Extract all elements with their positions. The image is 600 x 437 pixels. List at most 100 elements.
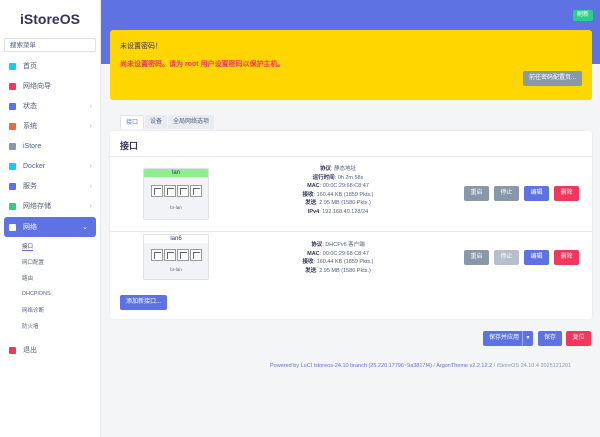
nav-icon [9,102,16,110]
nav-icon [9,162,16,170]
add-interface-button[interactable]: 添加新接口... [120,295,168,310]
info-line: 协议: DHCPv6 客户端 [288,241,388,250]
delete-button[interactable]: 删除 [554,250,579,265]
info-key: 协议 [311,242,323,248]
sidebar-item[interactable]: 系统 › [0,116,100,136]
interface-badge[interactable]: lan6 br-lan [143,234,209,280]
interface-ports: br-lan [144,177,208,219]
interface-name: lan6 [144,235,208,243]
refresh-badge[interactable]: 刷新 [572,10,593,21]
footer: Powered by LuCI istoreos-24.10 branch (2… [270,363,571,369]
restart-button[interactable]: 重启 [464,250,489,265]
info-key: 运行时间 [312,174,335,181]
info-key: 发送 [305,200,317,206]
subnav-item[interactable]: 网口配置 [0,254,100,270]
chevron-right-icon: › [89,202,92,210]
nav-icon [9,182,16,190]
subnav-item-label: 网络诊断 [22,308,45,314]
alert-title: 未设置密码！ [120,43,162,50]
sidebar-item-label: iStore [23,142,42,150]
info-value: 0h 2m 58s [337,174,364,181]
subnav-item[interactable]: 路由 [0,270,100,286]
sidebar-item[interactable]: 服务 › [0,176,100,196]
subnav-item-label: 接口 [22,243,34,251]
brand-logo[interactable]: iStoreOS [0,0,100,38]
save-apply-button[interactable]: 保存并应用 ▼ [483,331,533,346]
subnav-item-label: 防火墙 [22,324,39,330]
delete-button[interactable]: 删除 [554,186,579,201]
sidebar-item[interactable]: Docker › [0,156,100,176]
nav-icon [9,202,16,210]
sidebar-item-label: 系统 [23,123,37,130]
info-key: 接收 [302,259,314,265]
info-key: 接收 [302,191,314,198]
card-title: 接口 [120,141,139,151]
info-key: MAC [307,183,320,189]
info-value: 160.44 KB (1859 Pkts.) [316,191,374,198]
password-warning: 未设置密码！ 尚未设置密码。请为 root 用户设置密码以保护主机。 前往密码配… [110,30,592,100]
nav-list: 首页 网络向导 状态 › 系统 › iStore Docker › 服务 › 网络存储 › 网络 ⌄ [0,56,100,237]
sidebar-item[interactable]: iStore [0,136,100,156]
interface-badge[interactable]: lan br-lan [143,168,209,220]
chevron-right-icon: › [89,102,92,110]
chevron-right-icon: › [89,182,92,190]
interface-info: 协议: 静态地址 运行时间: 0h 2m 58s MAC: 00:0C:29:68:… [288,165,388,216]
restart-button[interactable]: 重启 [464,186,489,201]
sidebar-item-label: 退出 [23,347,37,354]
info-line: 协议: 静态地址 [288,165,388,174]
sidebar-item[interactable]: 首页 [0,56,100,76]
stop-button[interactable]: 停止 [494,186,519,201]
tab-devices[interactable]: 设备 [145,115,168,129]
sidebar-item[interactable]: 网络 ⌄ [4,217,96,237]
info-value: 192.168.40.128/24 [322,208,369,215]
save-button[interactable]: 保存 [538,331,562,346]
interfaces-card: 接口 lan br-lan 协议: 静态地址 运行时间: 0h 2m 58s MAC… [110,131,592,319]
goto-password-button[interactable]: 前往密码配置页... [522,71,582,86]
info-line: 接收: 160.44 KB (1859 Pkts.) [288,258,388,267]
info-line: MAC: 00:0C:29:68:C8:47 [288,250,388,259]
subnav-item-label: 路由 [22,276,34,282]
chevron-right-icon: › [89,122,92,130]
footer-version: / iStoreOS 24.10.4 2025121201 [492,363,572,369]
subnav-item[interactable]: 防火墙 [0,318,100,334]
divider [110,156,592,157]
nav-icon [9,142,16,150]
tab-global-options[interactable]: 全局网络选项 [168,115,215,129]
sidebar-item-label: 网络 [23,224,37,231]
search-input[interactable]: 搜索菜单 [4,38,96,52]
footer-luci-link[interactable]: Powered by LuCI istoreos-24.10 branch (2… [270,363,432,369]
sidebar-item-label: Docker [23,162,46,170]
subnav-item-label: DHCP/DNS [22,291,51,297]
sidebar-item-label: 网络向导 [23,83,51,90]
edit-button[interactable]: 编辑 [524,250,549,265]
sidebar-item[interactable]: 网络向导 [0,76,100,96]
edit-button[interactable]: 编辑 [524,186,549,201]
footer-theme-link[interactable]: ArgonTheme v2.2.12.2 [436,363,492,369]
caret-down-icon[interactable]: ▼ [522,331,533,346]
interface-device: br-lan [170,205,182,210]
sidebar-item-label: 首页 [23,63,37,70]
interface-name: lan [144,169,208,177]
port-icon [177,185,189,197]
reset-button[interactable]: 复位 [566,331,591,346]
sidebar-item-label: 状态 [23,103,37,110]
info-value: 00:0C:29:68:C8:47 [322,183,369,189]
info-line: IPv4: 192.168.40.128/24 [288,208,388,217]
port-icon [190,249,202,261]
nav-icon [9,82,16,90]
info-line: 发送: 2.95 MB (1580 Pkts.) [288,267,388,276]
tab-interfaces[interactable]: 接口 [120,115,145,129]
port-icon [177,249,189,261]
subnav-item[interactable]: DHCP/DNS [0,286,100,302]
stop-button[interactable]: 停止 [494,250,519,265]
subnav-item[interactable]: 网络诊断 [0,302,100,318]
nav-icon [9,62,16,70]
info-key: IPv4 [307,208,320,215]
subnav-item[interactable]: 接口 [0,238,100,254]
info-line: 接收: 160.44 KB (1859 Pkts.) [288,191,388,200]
sidebar-item[interactable]: 状态 › [0,96,100,116]
sidebar-item[interactable]: 网络存储 › [0,196,100,216]
info-value: DHCPv6 客户端 [325,242,365,248]
sidebar-item-logout[interactable]: 退出 [0,340,100,360]
chevron-down-icon: ⌄ [82,224,88,231]
